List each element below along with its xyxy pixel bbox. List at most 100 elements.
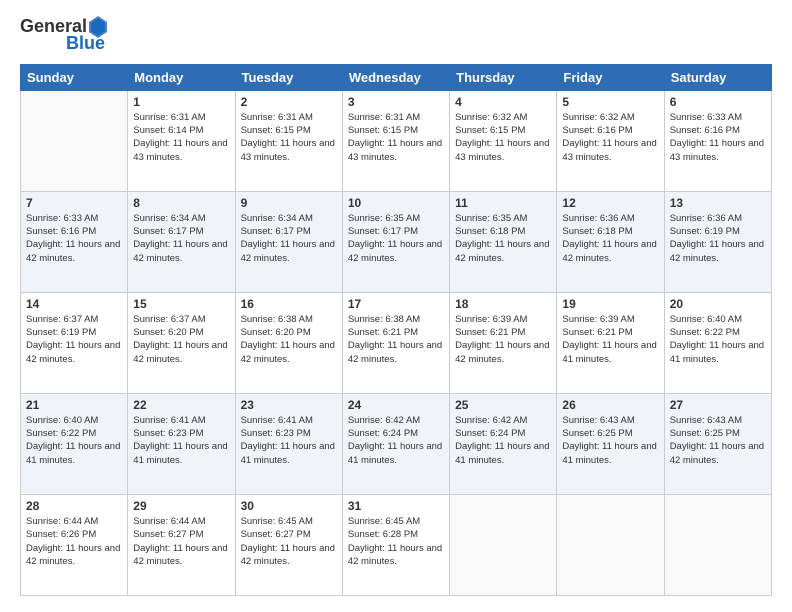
- calendar-cell: 14 Sunrise: 6:37 AMSunset: 6:19 PMDayligh…: [21, 292, 128, 393]
- day-number: 23: [241, 398, 337, 412]
- calendar-cell: [664, 494, 771, 595]
- calendar-cell: 15 Sunrise: 6:37 AMSunset: 6:20 PMDayligh…: [128, 292, 235, 393]
- day-number: 21: [26, 398, 122, 412]
- day-number: 13: [670, 196, 766, 210]
- calendar-cell: 27 Sunrise: 6:43 AMSunset: 6:25 PMDayligh…: [664, 393, 771, 494]
- day-number: 20: [670, 297, 766, 311]
- logo: General Blue: [20, 16, 105, 54]
- day-info: Sunrise: 6:44 AMSunset: 6:27 PMDaylight:…: [133, 515, 229, 568]
- day-info: Sunrise: 6:43 AMSunset: 6:25 PMDaylight:…: [562, 414, 658, 467]
- day-info: Sunrise: 6:33 AMSunset: 6:16 PMDaylight:…: [26, 212, 122, 265]
- day-info: Sunrise: 6:36 AMSunset: 6:18 PMDaylight:…: [562, 212, 658, 265]
- day-info: Sunrise: 6:32 AMSunset: 6:15 PMDaylight:…: [455, 111, 551, 164]
- calendar-cell: 30 Sunrise: 6:45 AMSunset: 6:27 PMDayligh…: [235, 494, 342, 595]
- calendar-cell: 12 Sunrise: 6:36 AMSunset: 6:18 PMDayligh…: [557, 191, 664, 292]
- day-number: 12: [562, 196, 658, 210]
- calendar-cell: 2 Sunrise: 6:31 AMSunset: 6:15 PMDaylight…: [235, 90, 342, 191]
- calendar-cell: 28 Sunrise: 6:44 AMSunset: 6:26 PMDayligh…: [21, 494, 128, 595]
- day-number: 31: [348, 499, 444, 513]
- day-number: 17: [348, 297, 444, 311]
- day-info: Sunrise: 6:32 AMSunset: 6:16 PMDaylight:…: [562, 111, 658, 164]
- day-number: 10: [348, 196, 444, 210]
- day-info: Sunrise: 6:45 AMSunset: 6:27 PMDaylight:…: [241, 515, 337, 568]
- day-info: Sunrise: 6:34 AMSunset: 6:17 PMDaylight:…: [241, 212, 337, 265]
- calendar-cell: 23 Sunrise: 6:41 AMSunset: 6:23 PMDayligh…: [235, 393, 342, 494]
- calendar-cell: [557, 494, 664, 595]
- col-header-monday: Monday: [128, 64, 235, 90]
- calendar-table: SundayMondayTuesdayWednesdayThursdayFrid…: [20, 64, 772, 596]
- calendar-cell: 29 Sunrise: 6:44 AMSunset: 6:27 PMDayligh…: [128, 494, 235, 595]
- col-header-sunday: Sunday: [21, 64, 128, 90]
- day-number: 24: [348, 398, 444, 412]
- day-number: 4: [455, 95, 551, 109]
- calendar-cell: 31 Sunrise: 6:45 AMSunset: 6:28 PMDayligh…: [342, 494, 449, 595]
- day-info: Sunrise: 6:31 AMSunset: 6:15 PMDaylight:…: [348, 111, 444, 164]
- day-info: Sunrise: 6:44 AMSunset: 6:26 PMDaylight:…: [26, 515, 122, 568]
- day-number: 8: [133, 196, 229, 210]
- day-info: Sunrise: 6:31 AMSunset: 6:14 PMDaylight:…: [133, 111, 229, 164]
- day-info: Sunrise: 6:40 AMSunset: 6:22 PMDaylight:…: [26, 414, 122, 467]
- day-number: 14: [26, 297, 122, 311]
- calendar-cell: 17 Sunrise: 6:38 AMSunset: 6:21 PMDayligh…: [342, 292, 449, 393]
- day-info: Sunrise: 6:39 AMSunset: 6:21 PMDaylight:…: [455, 313, 551, 366]
- calendar-cell: 11 Sunrise: 6:35 AMSunset: 6:18 PMDayligh…: [450, 191, 557, 292]
- calendar-cell: 8 Sunrise: 6:34 AMSunset: 6:17 PMDaylight…: [128, 191, 235, 292]
- col-header-wednesday: Wednesday: [342, 64, 449, 90]
- day-number: 15: [133, 297, 229, 311]
- day-number: 19: [562, 297, 658, 311]
- calendar-cell: 20 Sunrise: 6:40 AMSunset: 6:22 PMDayligh…: [664, 292, 771, 393]
- logo-blue-text: Blue: [66, 34, 105, 54]
- day-info: Sunrise: 6:45 AMSunset: 6:28 PMDaylight:…: [348, 515, 444, 568]
- day-info: Sunrise: 6:34 AMSunset: 6:17 PMDaylight:…: [133, 212, 229, 265]
- day-number: 29: [133, 499, 229, 513]
- calendar-cell: 5 Sunrise: 6:32 AMSunset: 6:16 PMDaylight…: [557, 90, 664, 191]
- day-number: 5: [562, 95, 658, 109]
- day-number: 28: [26, 499, 122, 513]
- day-number: 6: [670, 95, 766, 109]
- calendar-cell: 25Sunrise: 6:42 AMSunset: 6:24 PMDayligh…: [450, 393, 557, 494]
- day-info: Sunrise: 6:40 AMSunset: 6:22 PMDaylight:…: [670, 313, 766, 366]
- day-info: Sunrise: 6:41 AMSunset: 6:23 PMDaylight:…: [241, 414, 337, 467]
- day-number: 26: [562, 398, 658, 412]
- day-number: 11: [455, 196, 551, 210]
- day-info: Sunrise: 6:43 AMSunset: 6:25 PMDaylight:…: [670, 414, 766, 467]
- calendar-cell: 24 Sunrise: 6:42 AMSunset: 6:24 PMDayligh…: [342, 393, 449, 494]
- calendar-cell: 19 Sunrise: 6:39 AMSunset: 6:21 PMDayligh…: [557, 292, 664, 393]
- day-info: Sunrise: 6:38 AMSunset: 6:21 PMDaylight:…: [348, 313, 444, 366]
- day-number: 22: [133, 398, 229, 412]
- page: General Blue SundayMondayTuesdayWednesda…: [0, 0, 792, 612]
- calendar-cell: 9Sunrise: 6:34 AMSunset: 6:17 PMDaylight…: [235, 191, 342, 292]
- calendar-cell: 4 Sunrise: 6:32 AMSunset: 6:15 PMDaylight…: [450, 90, 557, 191]
- col-header-saturday: Saturday: [664, 64, 771, 90]
- day-info: Sunrise: 6:33 AMSunset: 6:16 PMDaylight:…: [670, 111, 766, 164]
- calendar-cell: 21 Sunrise: 6:40 AMSunset: 6:22 PMDayligh…: [21, 393, 128, 494]
- day-info: Sunrise: 6:39 AMSunset: 6:21 PMDaylight:…: [562, 313, 658, 366]
- day-info: Sunrise: 6:35 AMSunset: 6:17 PMDaylight:…: [348, 212, 444, 265]
- calendar-cell: [450, 494, 557, 595]
- calendar-cell: 26 Sunrise: 6:43 AMSunset: 6:25 PMDayligh…: [557, 393, 664, 494]
- day-number: 27: [670, 398, 766, 412]
- day-info: Sunrise: 6:37 AMSunset: 6:20 PMDaylight:…: [133, 313, 229, 366]
- day-number: 3: [348, 95, 444, 109]
- header: General Blue: [20, 16, 772, 54]
- day-number: 7: [26, 196, 122, 210]
- col-header-friday: Friday: [557, 64, 664, 90]
- day-number: 16: [241, 297, 337, 311]
- calendar-cell: 13Sunrise: 6:36 AMSunset: 6:19 PMDayligh…: [664, 191, 771, 292]
- day-info: Sunrise: 6:38 AMSunset: 6:20 PMDaylight:…: [241, 313, 337, 366]
- day-info: Sunrise: 6:42 AMSunset: 6:24 PMDaylight:…: [348, 414, 444, 467]
- day-info: Sunrise: 6:31 AMSunset: 6:15 PMDaylight:…: [241, 111, 337, 164]
- calendar-cell: [21, 90, 128, 191]
- day-number: 25: [455, 398, 551, 412]
- col-header-tuesday: Tuesday: [235, 64, 342, 90]
- day-number: 30: [241, 499, 337, 513]
- day-info: Sunrise: 6:35 AMSunset: 6:18 PMDaylight:…: [455, 212, 551, 265]
- day-number: 1: [133, 95, 229, 109]
- calendar-cell: 18 Sunrise: 6:39 AMSunset: 6:21 PMDayligh…: [450, 292, 557, 393]
- calendar-cell: 7 Sunrise: 6:33 AMSunset: 6:16 PMDaylight…: [21, 191, 128, 292]
- day-number: 2: [241, 95, 337, 109]
- calendar-cell: 1 Sunrise: 6:31 AMSunset: 6:14 PMDaylight…: [128, 90, 235, 191]
- calendar-cell: 16 Sunrise: 6:38 AMSunset: 6:20 PMDayligh…: [235, 292, 342, 393]
- day-number: 18: [455, 297, 551, 311]
- day-info: Sunrise: 6:37 AMSunset: 6:19 PMDaylight:…: [26, 313, 122, 366]
